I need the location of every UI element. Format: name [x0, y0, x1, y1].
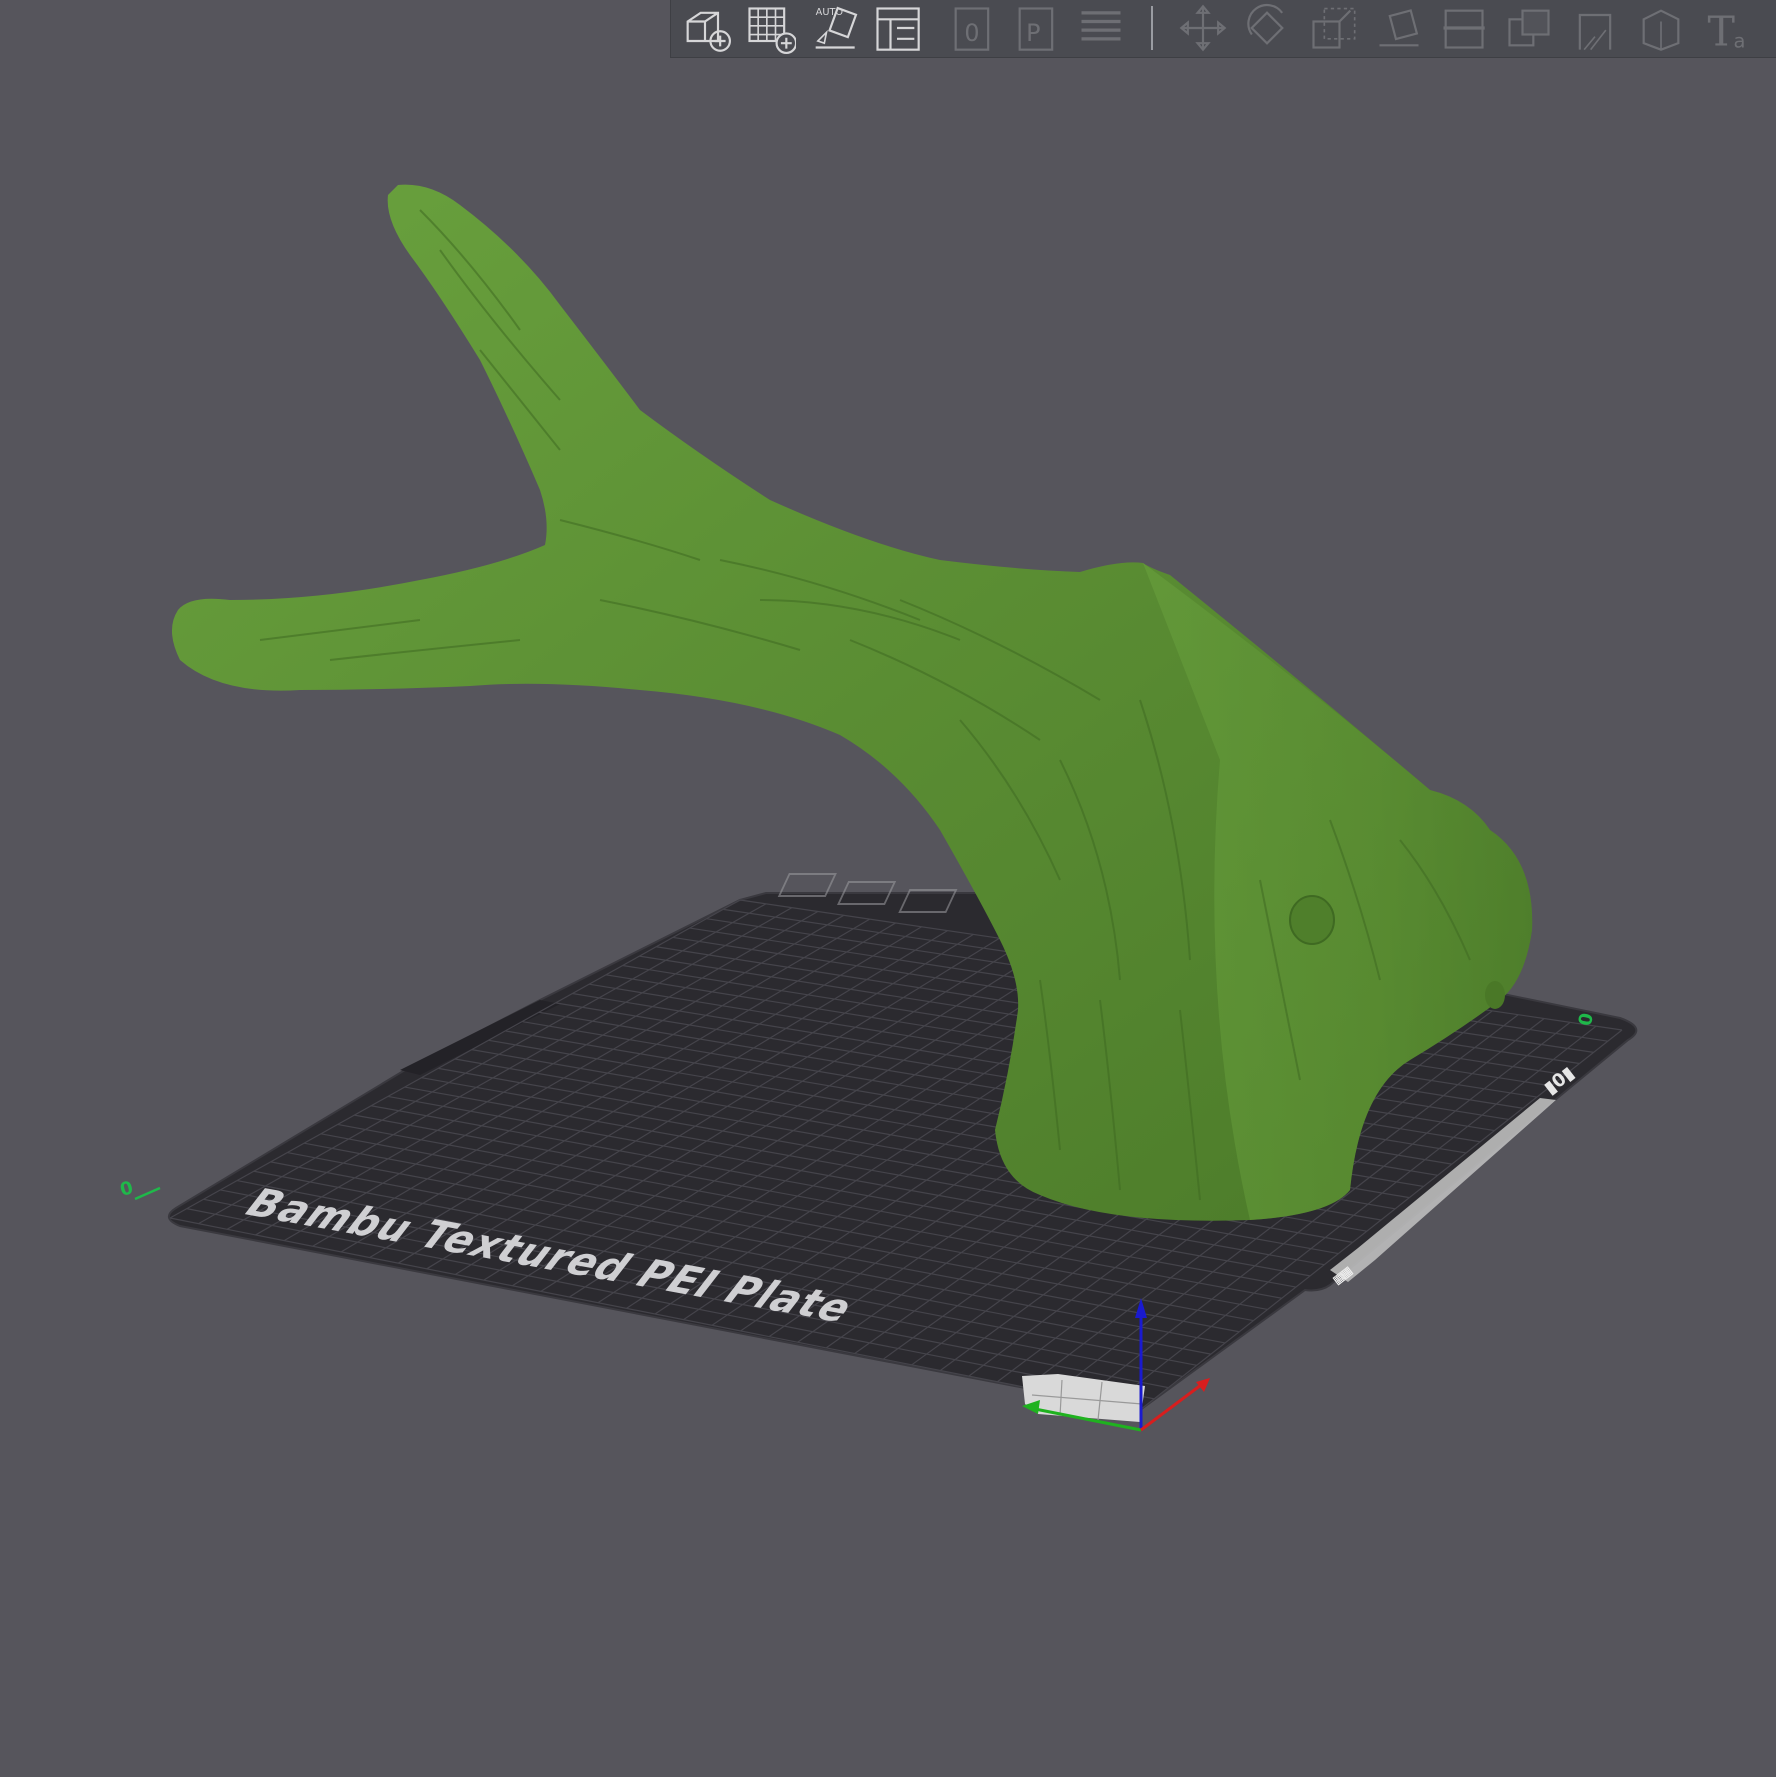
scale-icon	[1312, 7, 1356, 49]
text-icon: Ta	[1708, 7, 1746, 54]
text-button[interactable]: Ta	[1699, 1, 1755, 55]
boolean-button[interactable]	[1501, 1, 1557, 55]
plate-p-icon: P	[1018, 7, 1054, 51]
rotate-icon	[1247, 3, 1284, 45]
svg-text:0: 0	[964, 19, 979, 47]
seam-paint-button[interactable]	[1633, 1, 1689, 55]
plate-marker-left: 0	[118, 1177, 136, 1201]
support-paint-button[interactable]	[1567, 1, 1623, 55]
paint-0-button[interactable]: 0	[945, 1, 1001, 55]
seam-paint-icon	[1642, 9, 1680, 51]
3d-viewport[interactable]: Bambu Textured PEI Plate ▦▦ ▮0▮ 0 0 AUTO…	[0, 0, 1776, 1777]
auto-orient-button[interactable]: AUTO	[805, 1, 861, 55]
model-knot	[1289, 895, 1335, 945]
arrange-icon	[876, 7, 920, 51]
auto-orient-icon: AUTO	[815, 6, 858, 49]
rotate-button[interactable]	[1239, 1, 1295, 55]
layers-icon	[1081, 11, 1121, 41]
svg-text:P: P	[1026, 19, 1040, 47]
plate-p-button[interactable]: P	[1009, 1, 1065, 55]
main-toolbar: AUTO 0 P Ta	[670, 0, 1776, 58]
move-icon	[1179, 4, 1227, 52]
add-object-icon	[686, 11, 731, 52]
svg-text:a: a	[1734, 29, 1746, 52]
add-plate-button[interactable]	[741, 1, 797, 55]
lay-on-face-icon	[1379, 9, 1419, 47]
svg-text:T: T	[1708, 7, 1736, 54]
model-knot-small	[1485, 981, 1505, 1009]
cut-icon	[1443, 9, 1485, 49]
toolbar-separator	[1151, 6, 1153, 50]
add-plate-icon	[748, 7, 796, 54]
scale-button[interactable]	[1305, 1, 1361, 55]
lay-on-face-button[interactable]	[1371, 1, 1427, 55]
boolean-icon	[1508, 9, 1550, 47]
arrange-button[interactable]	[869, 1, 925, 55]
cut-button[interactable]	[1435, 1, 1491, 55]
layers-button[interactable]	[1073, 1, 1129, 55]
object-0-icon: 0	[954, 7, 990, 51]
move-button[interactable]	[1175, 1, 1231, 55]
axis-x-arrow	[1196, 1378, 1210, 1392]
3d-scene[interactable]: Bambu Textured PEI Plate ▦▦ ▮0▮ 0 0	[0, 0, 1776, 1777]
add-button[interactable]	[677, 1, 733, 55]
support-paint-icon	[1578, 13, 1612, 51]
